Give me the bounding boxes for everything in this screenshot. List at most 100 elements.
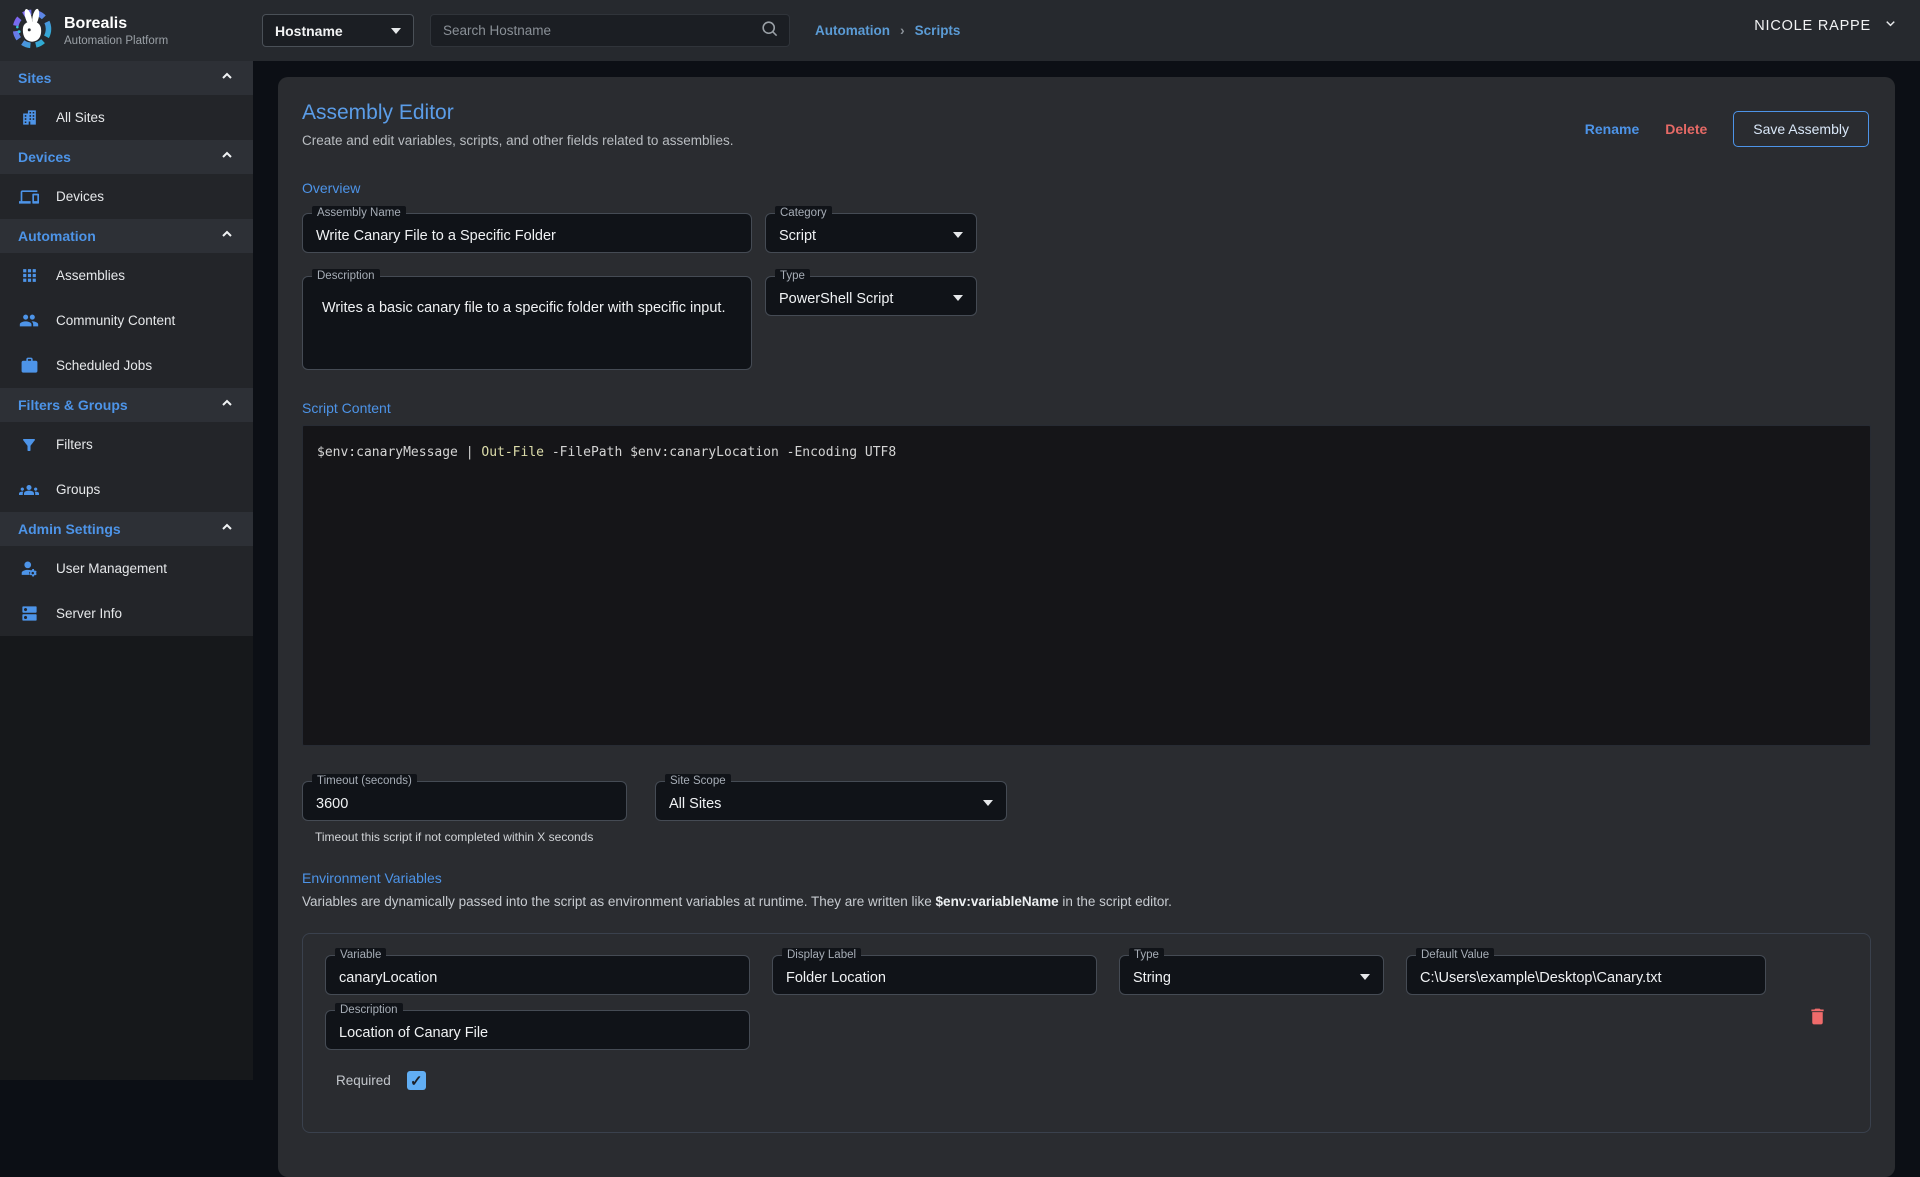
site-scope-value: All Sites [656,790,983,812]
sidebar-item-assemblies[interactable]: Assemblies [0,253,253,298]
timeout-field[interactable]: Timeout (seconds) [302,781,627,821]
caret-down-icon [953,232,963,238]
people-icon [19,311,39,331]
chevron-up-icon [219,395,235,416]
caret-down-icon [953,295,963,301]
chevron-up-icon [219,68,235,89]
description-label: Description [312,269,380,282]
hostname-select-value: Hostname [275,23,391,39]
default-value-field[interactable]: Default Value [1406,955,1766,995]
type-select[interactable]: Type PowerShell Script [765,276,977,316]
breadcrumb-automation[interactable]: Automation [815,23,890,38]
display-label-label: Display Label [782,948,861,961]
search-box[interactable] [430,14,790,47]
delete-variable-button[interactable] [1807,1006,1828,1030]
top-bar: Borealis Automation Platform Hostname Au… [0,0,1920,61]
filter-icon [19,435,39,455]
sidebar-section-filters-groups[interactable]: Filters & Groups [0,388,253,422]
chevron-down-icon [1883,16,1898,36]
sidebar-item-filters[interactable]: Filters [0,422,253,467]
variable-input[interactable] [326,956,749,994]
search-icon [760,19,779,43]
sidebar-section-automation[interactable]: Automation [0,219,253,253]
chevron-up-icon [219,226,235,247]
assembly-name-label: Assembly Name [312,206,406,219]
required-label: Required [336,1073,391,1088]
user-menu[interactable]: NICOLE RAPPE [1754,16,1898,36]
environment-variable-row: Variable Display Label Type String Defau… [302,933,1871,1133]
overview-heading: Overview [302,180,1871,196]
assembly-name-field[interactable]: Assembly Name [302,213,752,253]
sidebar-item-all-sites[interactable]: All Sites [0,95,253,140]
variable-description-input[interactable] [326,1011,749,1049]
sidebar-section-devices[interactable]: Devices [0,140,253,174]
groups-icon [19,480,39,500]
variable-description-field[interactable]: Description [325,1010,750,1050]
description-field[interactable]: Description Writes a basic canary file t… [302,276,752,370]
sidebar-section-admin-settings[interactable]: Admin Settings [0,512,253,546]
type-value: PowerShell Script [766,285,953,307]
trash-icon [1807,1015,1828,1030]
delete-button[interactable]: Delete [1665,121,1707,137]
page-subtitle: Create and edit variables, scripts, and … [302,133,733,148]
breadcrumb-separator: › [900,22,905,38]
variable-field[interactable]: Variable [325,955,750,995]
sidebar-item-scheduled-jobs[interactable]: Scheduled Jobs [0,343,253,388]
brand-subtitle: Automation Platform [64,35,168,47]
save-assembly-button[interactable]: Save Assembly [1733,111,1869,147]
required-checkbox[interactable] [407,1071,426,1090]
sidebar-item-user-management[interactable]: User Management [0,546,253,591]
server-icon [19,604,39,624]
timeout-label: Timeout (seconds) [312,774,417,787]
site-scope-label: Site Scope [665,774,731,787]
sidebar-section-sites[interactable]: Sites [0,61,253,95]
default-value-input[interactable] [1407,956,1765,994]
variable-type-select[interactable]: Type String [1119,955,1384,995]
user-name: NICOLE RAPPE [1754,18,1871,34]
display-label-field[interactable]: Display Label [772,955,1097,995]
category-select[interactable]: Category Script [765,213,977,253]
assembly-name-input[interactable] [303,214,751,252]
rename-button[interactable]: Rename [1585,121,1639,137]
environment-variables-description: Variables are dynamically passed into th… [302,894,1871,909]
search-input[interactable] [443,23,760,38]
chevron-up-icon [219,519,235,540]
variable-description-label: Description [335,1003,403,1016]
default-value-label: Default Value [1416,948,1494,961]
devices-icon [19,187,39,207]
sidebar-item-devices[interactable]: Devices [0,174,253,219]
script-editor[interactable]: $env:canaryMessage | Out-File -FilePath … [302,425,1871,746]
category-value: Script [766,222,953,244]
page-title: Assembly Editor [302,101,733,125]
breadcrumb: Automation › Scripts [815,22,960,38]
briefcase-icon [19,356,39,376]
type-label: Type [775,269,810,282]
caret-down-icon [983,800,993,806]
chevron-up-icon [219,147,235,168]
variable-type-label: Type [1129,948,1164,961]
user-gear-icon [19,559,39,579]
breadcrumb-scripts[interactable]: Scripts [915,23,961,38]
building-icon [19,108,39,128]
timeout-input[interactable] [303,782,626,820]
hostname-select[interactable]: Hostname [262,14,414,47]
environment-variables-heading: Environment Variables [302,870,1871,886]
script-code-line: $env:canaryMessage | Out-File -FilePath … [317,443,1856,462]
site-scope-select[interactable]: Site Scope All Sites [655,781,1007,821]
script-content-heading: Script Content [302,400,1871,416]
brand: Borealis Automation Platform [0,6,253,55]
variable-type-value: String [1120,964,1360,986]
sidebar: Sites All Sites Devices Devices Automati… [0,61,253,1080]
variable-label: Variable [335,948,386,961]
display-label-input[interactable] [773,956,1096,994]
sidebar-item-groups[interactable]: Groups [0,467,253,512]
brand-name: Borealis [64,15,168,33]
borealis-logo-icon [10,6,54,55]
grid-icon [19,266,39,286]
sidebar-item-server-info[interactable]: Server Info [0,591,253,636]
sidebar-item-community-content[interactable]: Community Content [0,298,253,343]
category-label: Category [775,206,832,219]
description-textarea[interactable]: Writes a basic canary file to a specific… [303,277,751,369]
timeout-helper-text: Timeout this script if not completed wit… [315,830,627,844]
caret-down-icon [391,28,401,34]
